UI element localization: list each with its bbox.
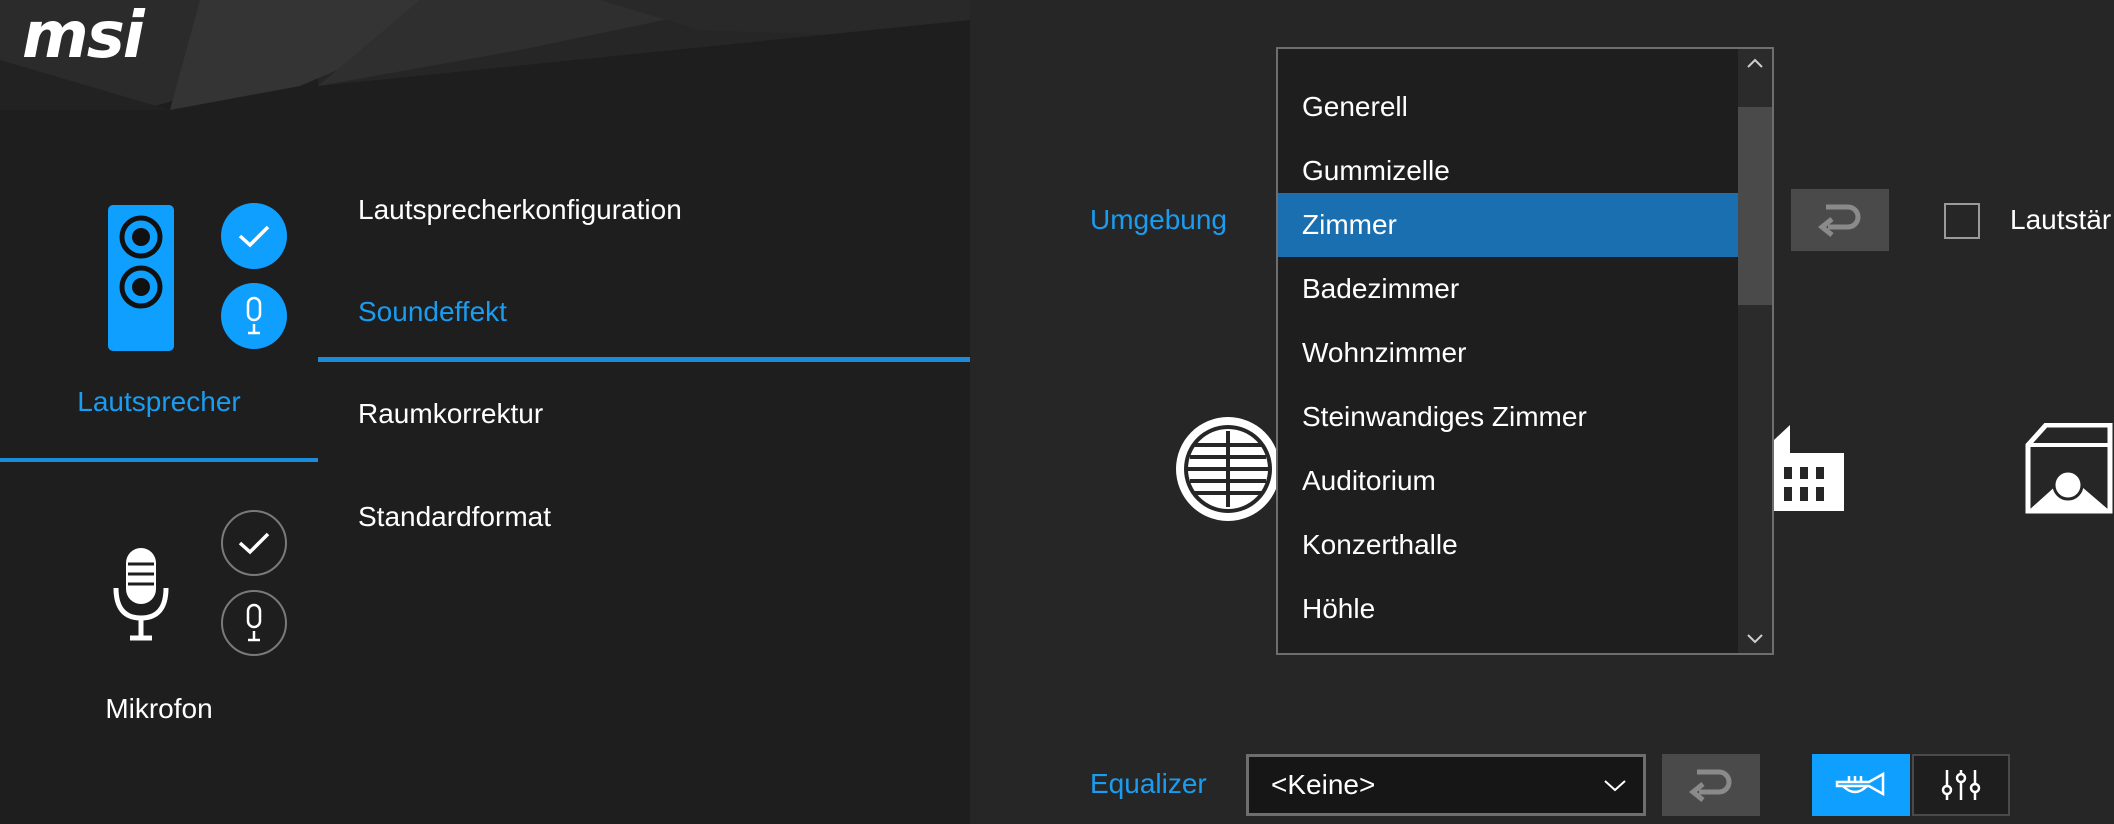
option-konzerthalle[interactable]: Konzerthalle: [1278, 513, 1740, 577]
chevron-up-icon[interactable]: [1746, 57, 1764, 69]
loudness-checkbox[interactable]: [1944, 203, 1980, 239]
environment-reset-button[interactable]: [1791, 189, 1889, 251]
option-zimmer[interactable]: Zimmer: [1278, 193, 1740, 257]
loudness-label: Lautstär: [2010, 204, 2112, 235]
trumpet-icon: [1835, 771, 1885, 797]
undo-arrow-icon: [1689, 769, 1732, 802]
environment-label: Umgebung: [1090, 204, 1227, 235]
chevron-down-icon: [1604, 780, 1626, 792]
speaker-icon: [108, 205, 174, 351]
option-wohnzimmer[interactable]: Wohnzimmer: [1278, 321, 1740, 385]
environment-dropdown-list[interactable]: Generell Gummizelle Zimmer Badezimmer Wo…: [1276, 47, 1774, 655]
equalizer-reset-button[interactable]: [1662, 754, 1760, 816]
header-artwork: [0, 0, 970, 110]
option-hoehle[interactable]: Höhle: [1278, 577, 1740, 641]
padded-cell-icon[interactable]: [1172, 411, 1284, 527]
active-device-indicator: [0, 458, 318, 462]
microphone-icon: [246, 296, 262, 335]
scrollbar-thumb[interactable]: [1738, 107, 1772, 305]
equalizer-label: Equalizer: [1090, 768, 1207, 799]
nav-item-raumkorrektur[interactable]: Raumkorrektur: [358, 398, 543, 430]
microphone-device-icon: [113, 548, 169, 641]
speaker-comm-default-button[interactable]: [221, 283, 287, 349]
room-icon[interactable]: [2024, 423, 2114, 515]
active-nav-indicator: [318, 357, 970, 362]
nav-item-soundeffekt[interactable]: Soundeffekt: [358, 296, 507, 328]
mic-comm-default-button[interactable]: [221, 590, 287, 656]
msi-logo: msi: [22, 0, 145, 73]
option-auditorium[interactable]: Auditorium: [1278, 449, 1740, 513]
equalizer-value: <Keine>: [1271, 769, 1376, 800]
microphone-icon: [246, 603, 262, 642]
mic-default-check-button[interactable]: [221, 510, 287, 576]
check-icon: [238, 532, 270, 555]
speaker-default-check-button[interactable]: [221, 203, 287, 269]
option-badezimmer[interactable]: Badezimmer: [1278, 257, 1740, 321]
check-icon: [238, 225, 270, 248]
option-generell[interactable]: Generell: [1278, 75, 1740, 139]
chevron-down-icon[interactable]: [1746, 633, 1764, 645]
nav-item-standardformat[interactable]: Standardformat: [358, 501, 551, 533]
equalizer-sliders-mode-button[interactable]: [1912, 754, 2010, 816]
option-steinwandiges-zimmer[interactable]: Steinwandiges Zimmer: [1278, 385, 1740, 449]
sliders-icon: [1941, 770, 1981, 800]
equalizer-preset-mode-button[interactable]: [1812, 754, 1910, 816]
undo-arrow-icon: [1818, 204, 1861, 237]
device-label-lautsprecher[interactable]: Lautsprecher: [0, 386, 318, 418]
nav-item-lautsprecherkonfiguration[interactable]: Lautsprecherkonfiguration: [358, 194, 682, 226]
device-label-mikrofon[interactable]: Mikrofon: [0, 693, 318, 725]
equalizer-select[interactable]: <Keine>: [1246, 754, 1646, 816]
